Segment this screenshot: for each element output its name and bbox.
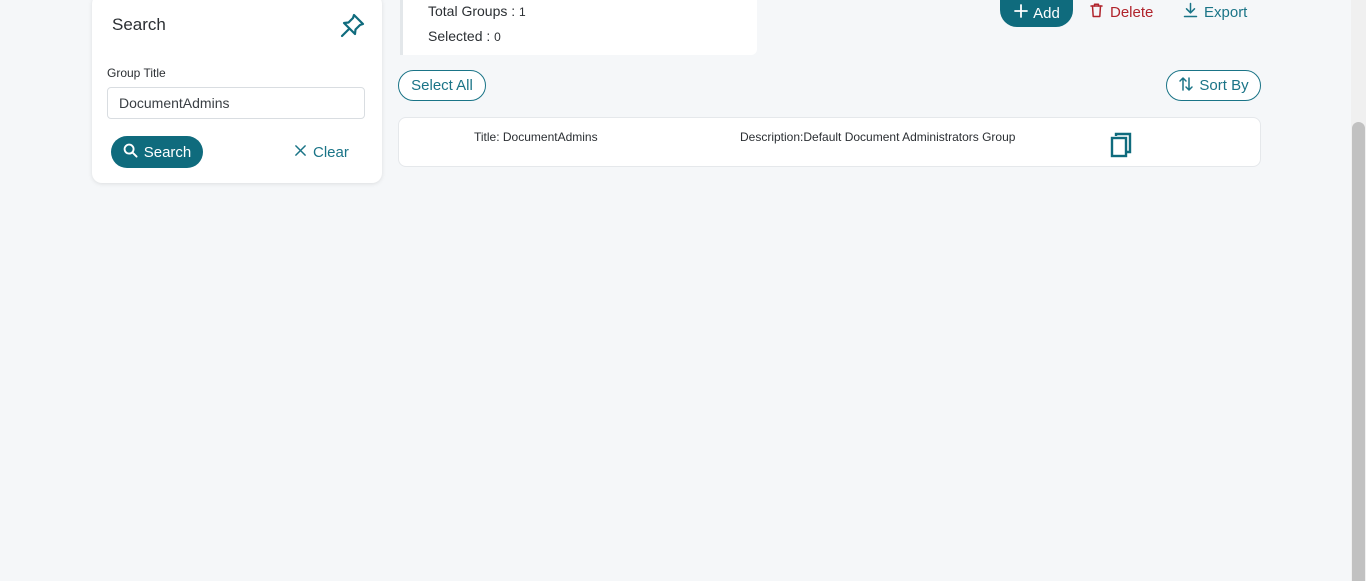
- group-title-input[interactable]: [107, 87, 365, 119]
- sort-by-label: Sort By: [1199, 77, 1249, 94]
- trash-icon: [1089, 2, 1104, 22]
- selected-count: Selected : 0: [428, 28, 501, 44]
- delete-button[interactable]: Delete: [1089, 1, 1153, 23]
- delete-button-label: Delete: [1110, 3, 1154, 21]
- copy-icon[interactable]: [1109, 132, 1133, 158]
- group-result-card[interactable]: Title: DocumentAdmins Description:Defaul…: [398, 117, 1261, 167]
- total-groups: Total Groups : 1: [428, 3, 526, 19]
- search-icon: [123, 143, 138, 162]
- search-panel-title: Search: [112, 15, 166, 34]
- download-icon: [1183, 2, 1198, 22]
- export-button[interactable]: Export: [1183, 1, 1247, 23]
- selected-label: Selected :: [428, 28, 491, 44]
- clear-button-label: Clear: [313, 143, 349, 161]
- search-button-label: Search: [143, 143, 192, 161]
- sort-icon: [1178, 76, 1194, 96]
- add-button-label: Add: [1033, 4, 1060, 22]
- plus-icon: [1013, 3, 1029, 23]
- select-all-button[interactable]: Select All: [398, 70, 486, 101]
- group-title-value: Title: DocumentAdmins: [474, 130, 598, 144]
- total-groups-label: Total Groups :: [428, 3, 516, 19]
- vertical-scrollbar-thumb[interactable]: [1352, 122, 1365, 581]
- clear-button[interactable]: Clear: [294, 139, 349, 165]
- select-all-label: Select All: [411, 77, 473, 94]
- sort-by-button[interactable]: Sort By: [1166, 70, 1261, 101]
- search-panel: Search Group Title Search Clear: [92, 0, 382, 183]
- pin-icon[interactable]: [338, 12, 366, 40]
- group-description-value: Description:Default Document Administrat…: [740, 130, 1016, 144]
- close-icon: [294, 144, 307, 161]
- add-button[interactable]: Add: [1000, 0, 1073, 27]
- search-button[interactable]: Search: [111, 136, 203, 168]
- selected-value: 0: [494, 30, 501, 44]
- summary-card: Total Groups : 1 Selected : 0: [400, 0, 757, 55]
- export-button-label: Export: [1204, 3, 1248, 21]
- group-title-label: Group Title: [107, 66, 166, 80]
- total-groups-value: 1: [519, 5, 526, 19]
